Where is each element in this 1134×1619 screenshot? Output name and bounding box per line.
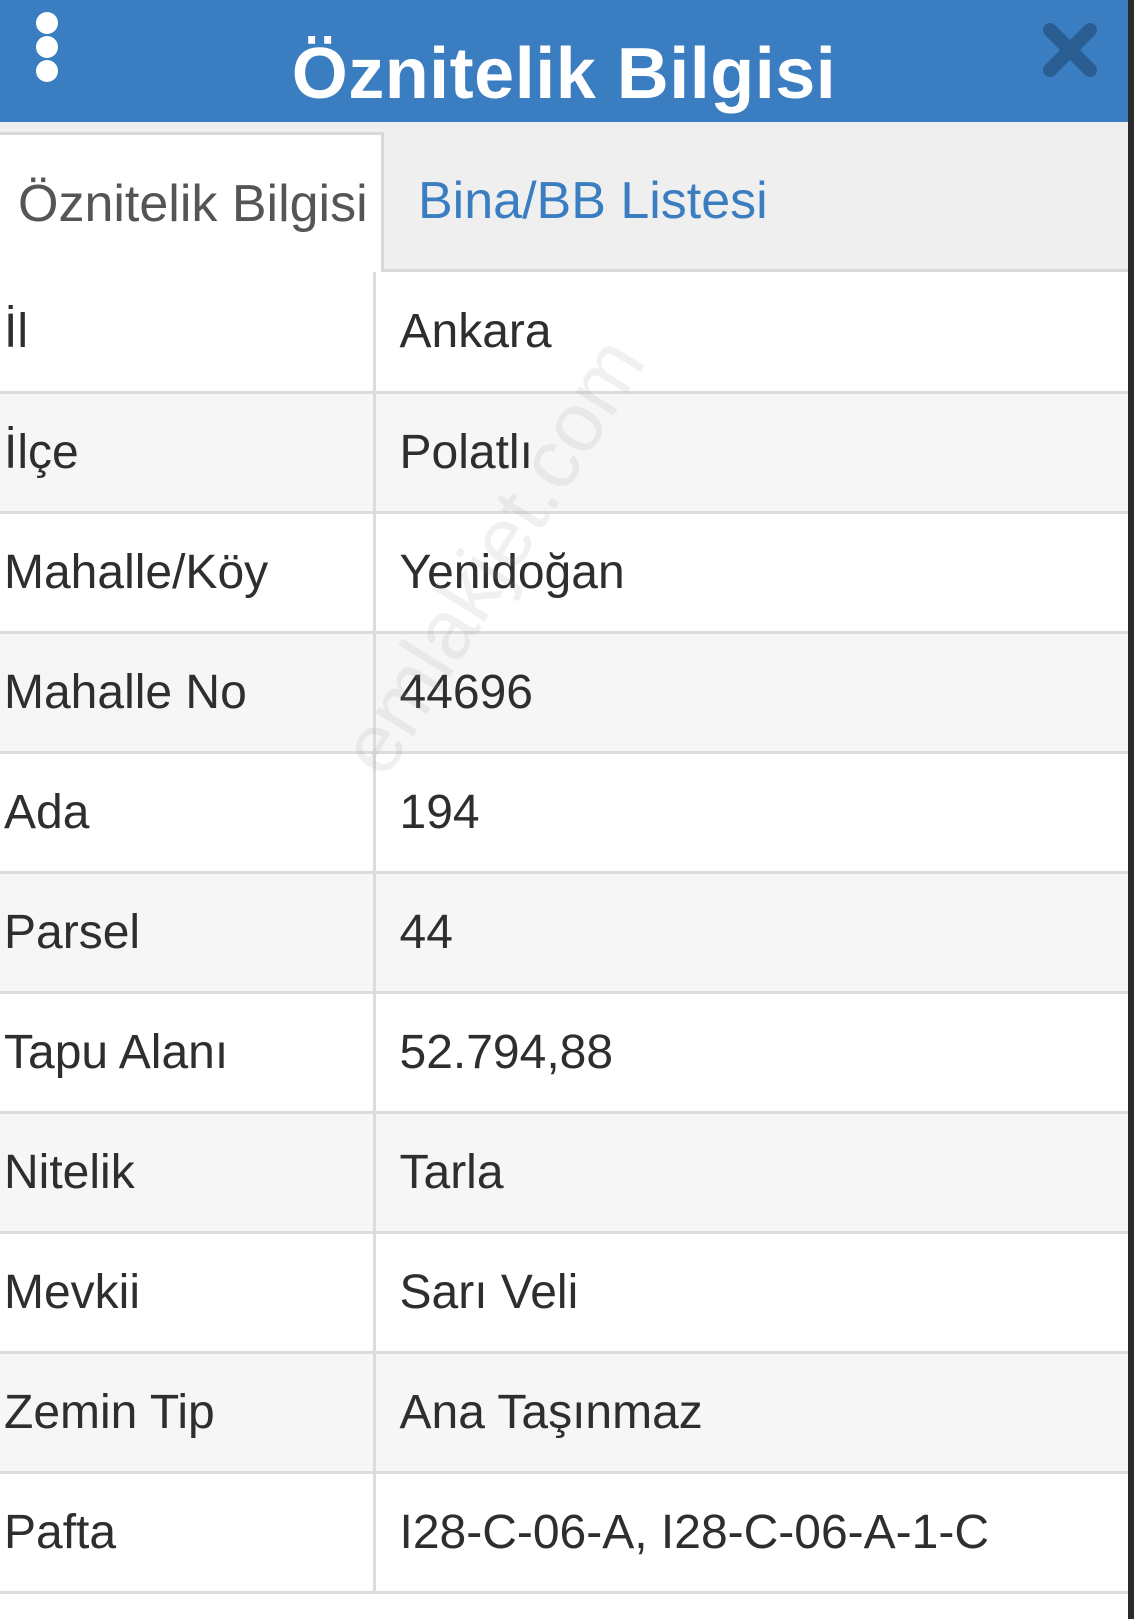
attribute-value: 52.794,88	[374, 992, 1128, 1114]
table-row: Nitelik Tarla	[0, 1112, 1128, 1234]
attribute-key: Nitelik	[0, 1112, 376, 1234]
attribute-value: 194	[374, 752, 1128, 874]
screen-edge	[1128, 0, 1134, 1619]
table-row: İl Ankara	[0, 272, 1128, 394]
attribute-value: Tarla	[374, 1112, 1128, 1234]
attribute-value: Ankara	[374, 272, 1128, 394]
table-row: Mahalle No 44696	[0, 632, 1128, 754]
table-row: Mahalle/Köy Yenidoğan	[0, 512, 1128, 634]
attribute-key: İlçe	[0, 392, 376, 514]
attribute-value: Sarı Veli	[374, 1232, 1128, 1354]
attribute-key: Tapu Alanı	[0, 992, 376, 1114]
tab-bar: Öznitelik Bilgisi Bina/BB Listesi	[0, 122, 1128, 275]
attribute-key: İl	[0, 272, 376, 394]
attribute-key: Mahalle No	[0, 632, 376, 754]
attribute-value: 44	[374, 872, 1128, 994]
attribute-key: Parsel	[0, 872, 376, 994]
attribute-value: 44696	[374, 632, 1128, 754]
attribute-value: Polatlı	[374, 392, 1128, 514]
attribute-key: Pafta	[0, 1472, 376, 1594]
attribute-key: Zemin Tip	[0, 1352, 376, 1474]
attribute-value: I28-C-06-A, I28-C-06-A-1-C	[374, 1472, 1128, 1594]
table-row: Tapu Alanı 52.794,88	[0, 992, 1128, 1114]
attribute-key: Mahalle/Köy	[0, 512, 376, 634]
table-row: Parsel 44	[0, 872, 1128, 994]
tab-attribute-info[interactable]: Öznitelik Bilgisi	[0, 132, 384, 275]
page-title: Öznitelik Bilgisi	[291, 34, 837, 114]
tab-building-list[interactable]: Bina/BB Listesi	[418, 132, 768, 272]
attribute-info-window: Öznitelik Bilgisi Öznitelik Bilgisi Bina…	[0, 0, 1134, 1619]
header-bar: Öznitelik Bilgisi	[0, 0, 1128, 122]
table-row: Zemin Tip Ana Taşınmaz	[0, 1352, 1128, 1474]
attribute-value: Ana Taşınmaz	[374, 1352, 1128, 1474]
table-row: Ada 194	[0, 752, 1128, 874]
table-row: Pafta I28-C-06-A, I28-C-06-A-1-C	[0, 1472, 1128, 1594]
attribute-value: Yenidoğan	[374, 512, 1128, 634]
attribute-key: Mevkii	[0, 1232, 376, 1354]
attribute-key: Ada	[0, 752, 376, 874]
table-row: Mevkii Sarı Veli	[0, 1232, 1128, 1354]
attribute-table: İl Ankara İlçe Polatlı Mahalle/Köy Yenid…	[0, 272, 1128, 1594]
table-row: İlçe Polatlı	[0, 392, 1128, 514]
close-icon[interactable]	[1038, 18, 1102, 82]
